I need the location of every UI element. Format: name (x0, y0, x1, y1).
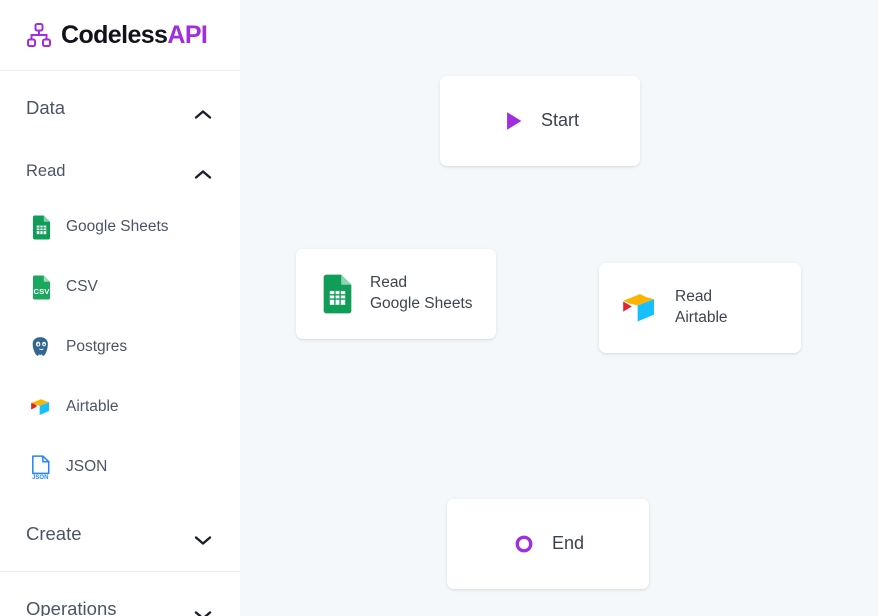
airtable-icon (30, 395, 52, 419)
sidebar-item-google-sheets[interactable]: Google Sheets (0, 197, 240, 257)
node-start[interactable]: Start (440, 76, 640, 166)
sidebar-group-read-label: Read (26, 161, 66, 180)
node-start-label: Start (540, 110, 579, 131)
sidebar-item-csv[interactable]: CSV CSV (0, 257, 240, 317)
csv-file-icon: CSV (30, 275, 52, 299)
brand-name: CodelessAPI (61, 20, 208, 50)
sidebar-item-label: CSV (66, 278, 98, 295)
brand-logo[interactable]: CodelessAPI (0, 0, 240, 71)
node-read-google-sheets[interactable]: Read Google Sheets (296, 249, 496, 339)
sidebar-item-label: Google Sheets (66, 218, 169, 235)
chevron-down-icon (194, 604, 212, 616)
sidebar-item-label: Airtable (66, 398, 119, 415)
workflow-canvas[interactable]: Start Read Google Sheets Read Airtable E… (240, 0, 878, 616)
node-end-label: End (551, 533, 585, 554)
sidebar-group-data[interactable]: Data (0, 71, 240, 145)
app-root: CodelessAPI Data Read Google Sheets CSV … (0, 0, 878, 616)
sidebar-group-create[interactable]: Create (0, 497, 240, 571)
node-read-airtable[interactable]: Read Airtable (599, 263, 801, 353)
json-file-icon: JSON (30, 455, 52, 480)
circle-ring-icon (512, 532, 536, 556)
node-read-google-sheets-label: Read Google Sheets (370, 274, 473, 312)
node-read-airtable-label: Read Airtable (675, 288, 728, 326)
sidebar-item-postgres[interactable]: Postgres (0, 317, 240, 377)
chevron-up-icon (194, 166, 212, 179)
sidebar-group-create-label: Create (26, 523, 82, 544)
chevron-down-icon (194, 529, 212, 545)
brand-name-primary: Codeless (61, 20, 168, 49)
sidebar-group-read[interactable]: Read (0, 145, 240, 197)
postgres-icon (30, 335, 52, 359)
airtable-icon (621, 291, 659, 325)
sidebar-item-airtable[interactable]: Airtable (0, 377, 240, 437)
google-sheets-icon (320, 274, 354, 314)
google-sheets-icon (30, 215, 52, 239)
sidebar: CodelessAPI Data Read Google Sheets CSV … (0, 0, 240, 616)
svg-text:JSON: JSON (32, 475, 48, 480)
sidebar-item-label: JSON (66, 458, 108, 475)
sidebar-group-operations[interactable]: Operations (0, 572, 240, 616)
play-triangle-icon (501, 108, 527, 134)
sidebar-group-data-label: Data (26, 97, 66, 118)
sidebar-item-label: Postgres (66, 338, 128, 355)
node-end[interactable]: End (447, 499, 649, 589)
sitemap-icon (26, 22, 52, 48)
brand-name-accent: API (167, 20, 208, 49)
chevron-up-icon (194, 103, 212, 119)
sidebar-nav: Data Read Google Sheets CSV CSV Postgres… (0, 71, 240, 616)
sidebar-item-json[interactable]: JSON JSON (0, 437, 240, 497)
sidebar-group-operations-label: Operations (26, 598, 117, 616)
svg-text:CSV: CSV (33, 287, 50, 296)
